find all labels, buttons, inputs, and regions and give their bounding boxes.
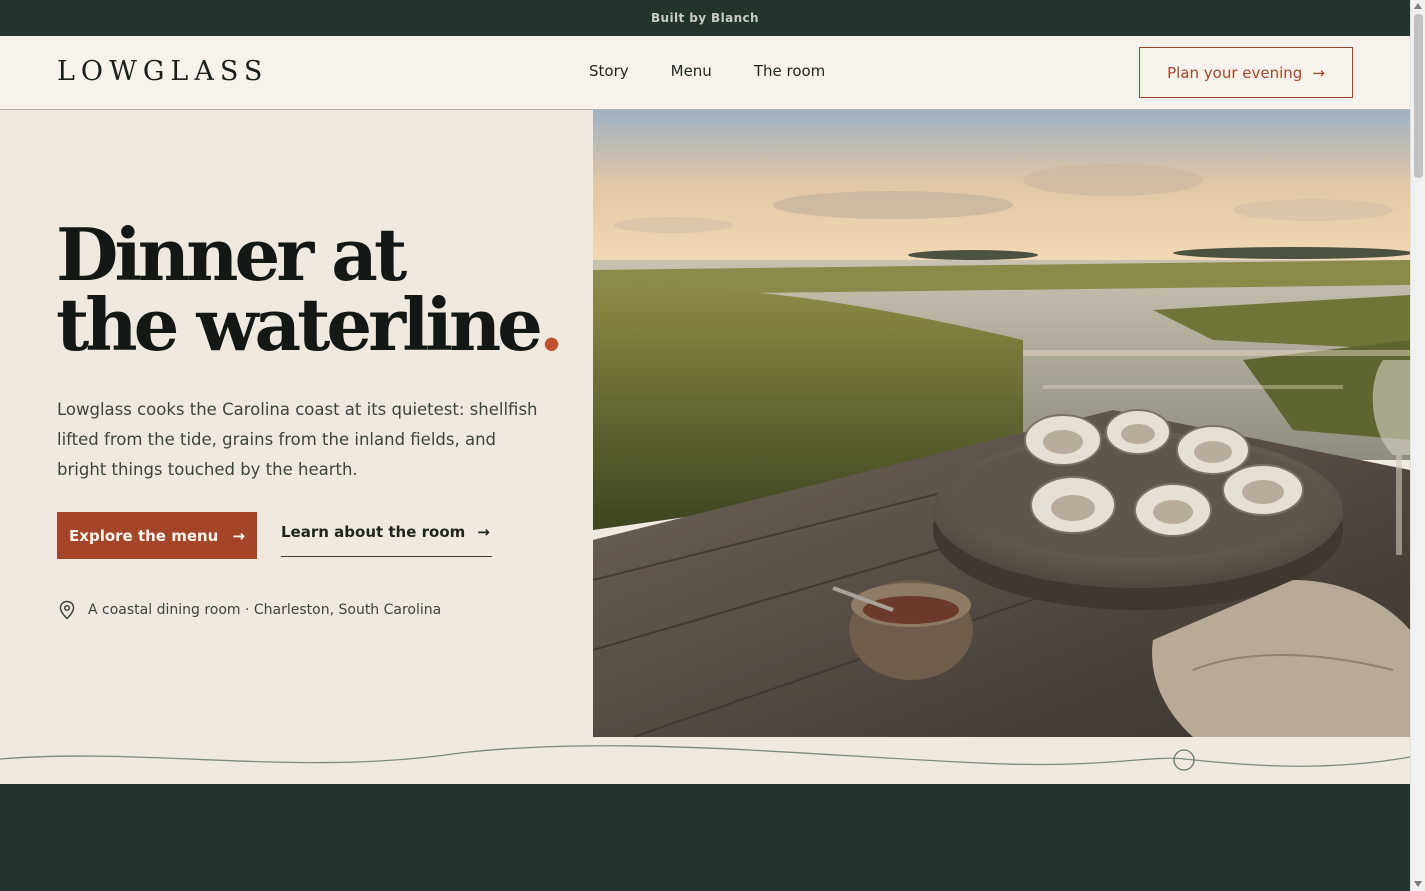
site-header: LOWGLASS Story Menu The room Plan your e…	[0, 36, 1410, 110]
arrow-right-icon: →	[1312, 63, 1325, 82]
oysters-marsh-photo	[593, 110, 1410, 737]
plan-evening-button[interactable]: Plan your evening →	[1139, 47, 1353, 98]
headline-line-2: the waterline	[56, 282, 543, 367]
arrow-right-icon: →	[477, 523, 490, 541]
logo[interactable]: LOWGLASS	[57, 56, 268, 87]
explore-menu-label: Explore the menu	[69, 526, 219, 545]
scrollbar[interactable]	[1410, 0, 1425, 891]
banner-text: Built by Blanch	[651, 11, 759, 25]
location-line: A coastal dining room · Charleston, Sout…	[58, 600, 441, 620]
wave-divider	[0, 737, 1411, 784]
arrow-right-icon: →	[232, 526, 245, 545]
hero-text-panel: Dinner at the waterline. Lowglass cooks …	[0, 110, 593, 750]
explore-menu-button[interactable]: Explore the menu →	[57, 512, 257, 559]
plan-evening-label: Plan your evening	[1167, 63, 1303, 82]
nav-the-room[interactable]: The room	[754, 62, 825, 80]
main-nav: Story Menu The room	[589, 62, 867, 80]
nav-menu[interactable]: Menu	[671, 62, 712, 80]
nav-story[interactable]: Story	[589, 62, 629, 80]
learn-room-label: Learn about the room	[281, 523, 466, 541]
hero-intro: Lowglass cooks the Carolina coast at its…	[57, 400, 538, 479]
scroll-up-icon[interactable]	[1414, 3, 1422, 9]
wave-line	[0, 745, 1411, 771]
scroll-thumb[interactable]	[1414, 14, 1423, 178]
location-text: A coastal dining room · Charleston, Sout…	[88, 602, 442, 618]
top-banner: Built by Blanch	[0, 0, 1410, 36]
headline-accent-dot: .	[538, 282, 564, 367]
next-section	[0, 784, 1410, 891]
map-pin-icon	[59, 600, 75, 620]
hero-headline: Dinner at the waterline.	[56, 219, 576, 361]
hero-image	[593, 110, 1410, 737]
scroll-down-icon[interactable]	[1414, 881, 1422, 887]
learn-room-link[interactable]: Learn about the room →	[281, 523, 492, 557]
